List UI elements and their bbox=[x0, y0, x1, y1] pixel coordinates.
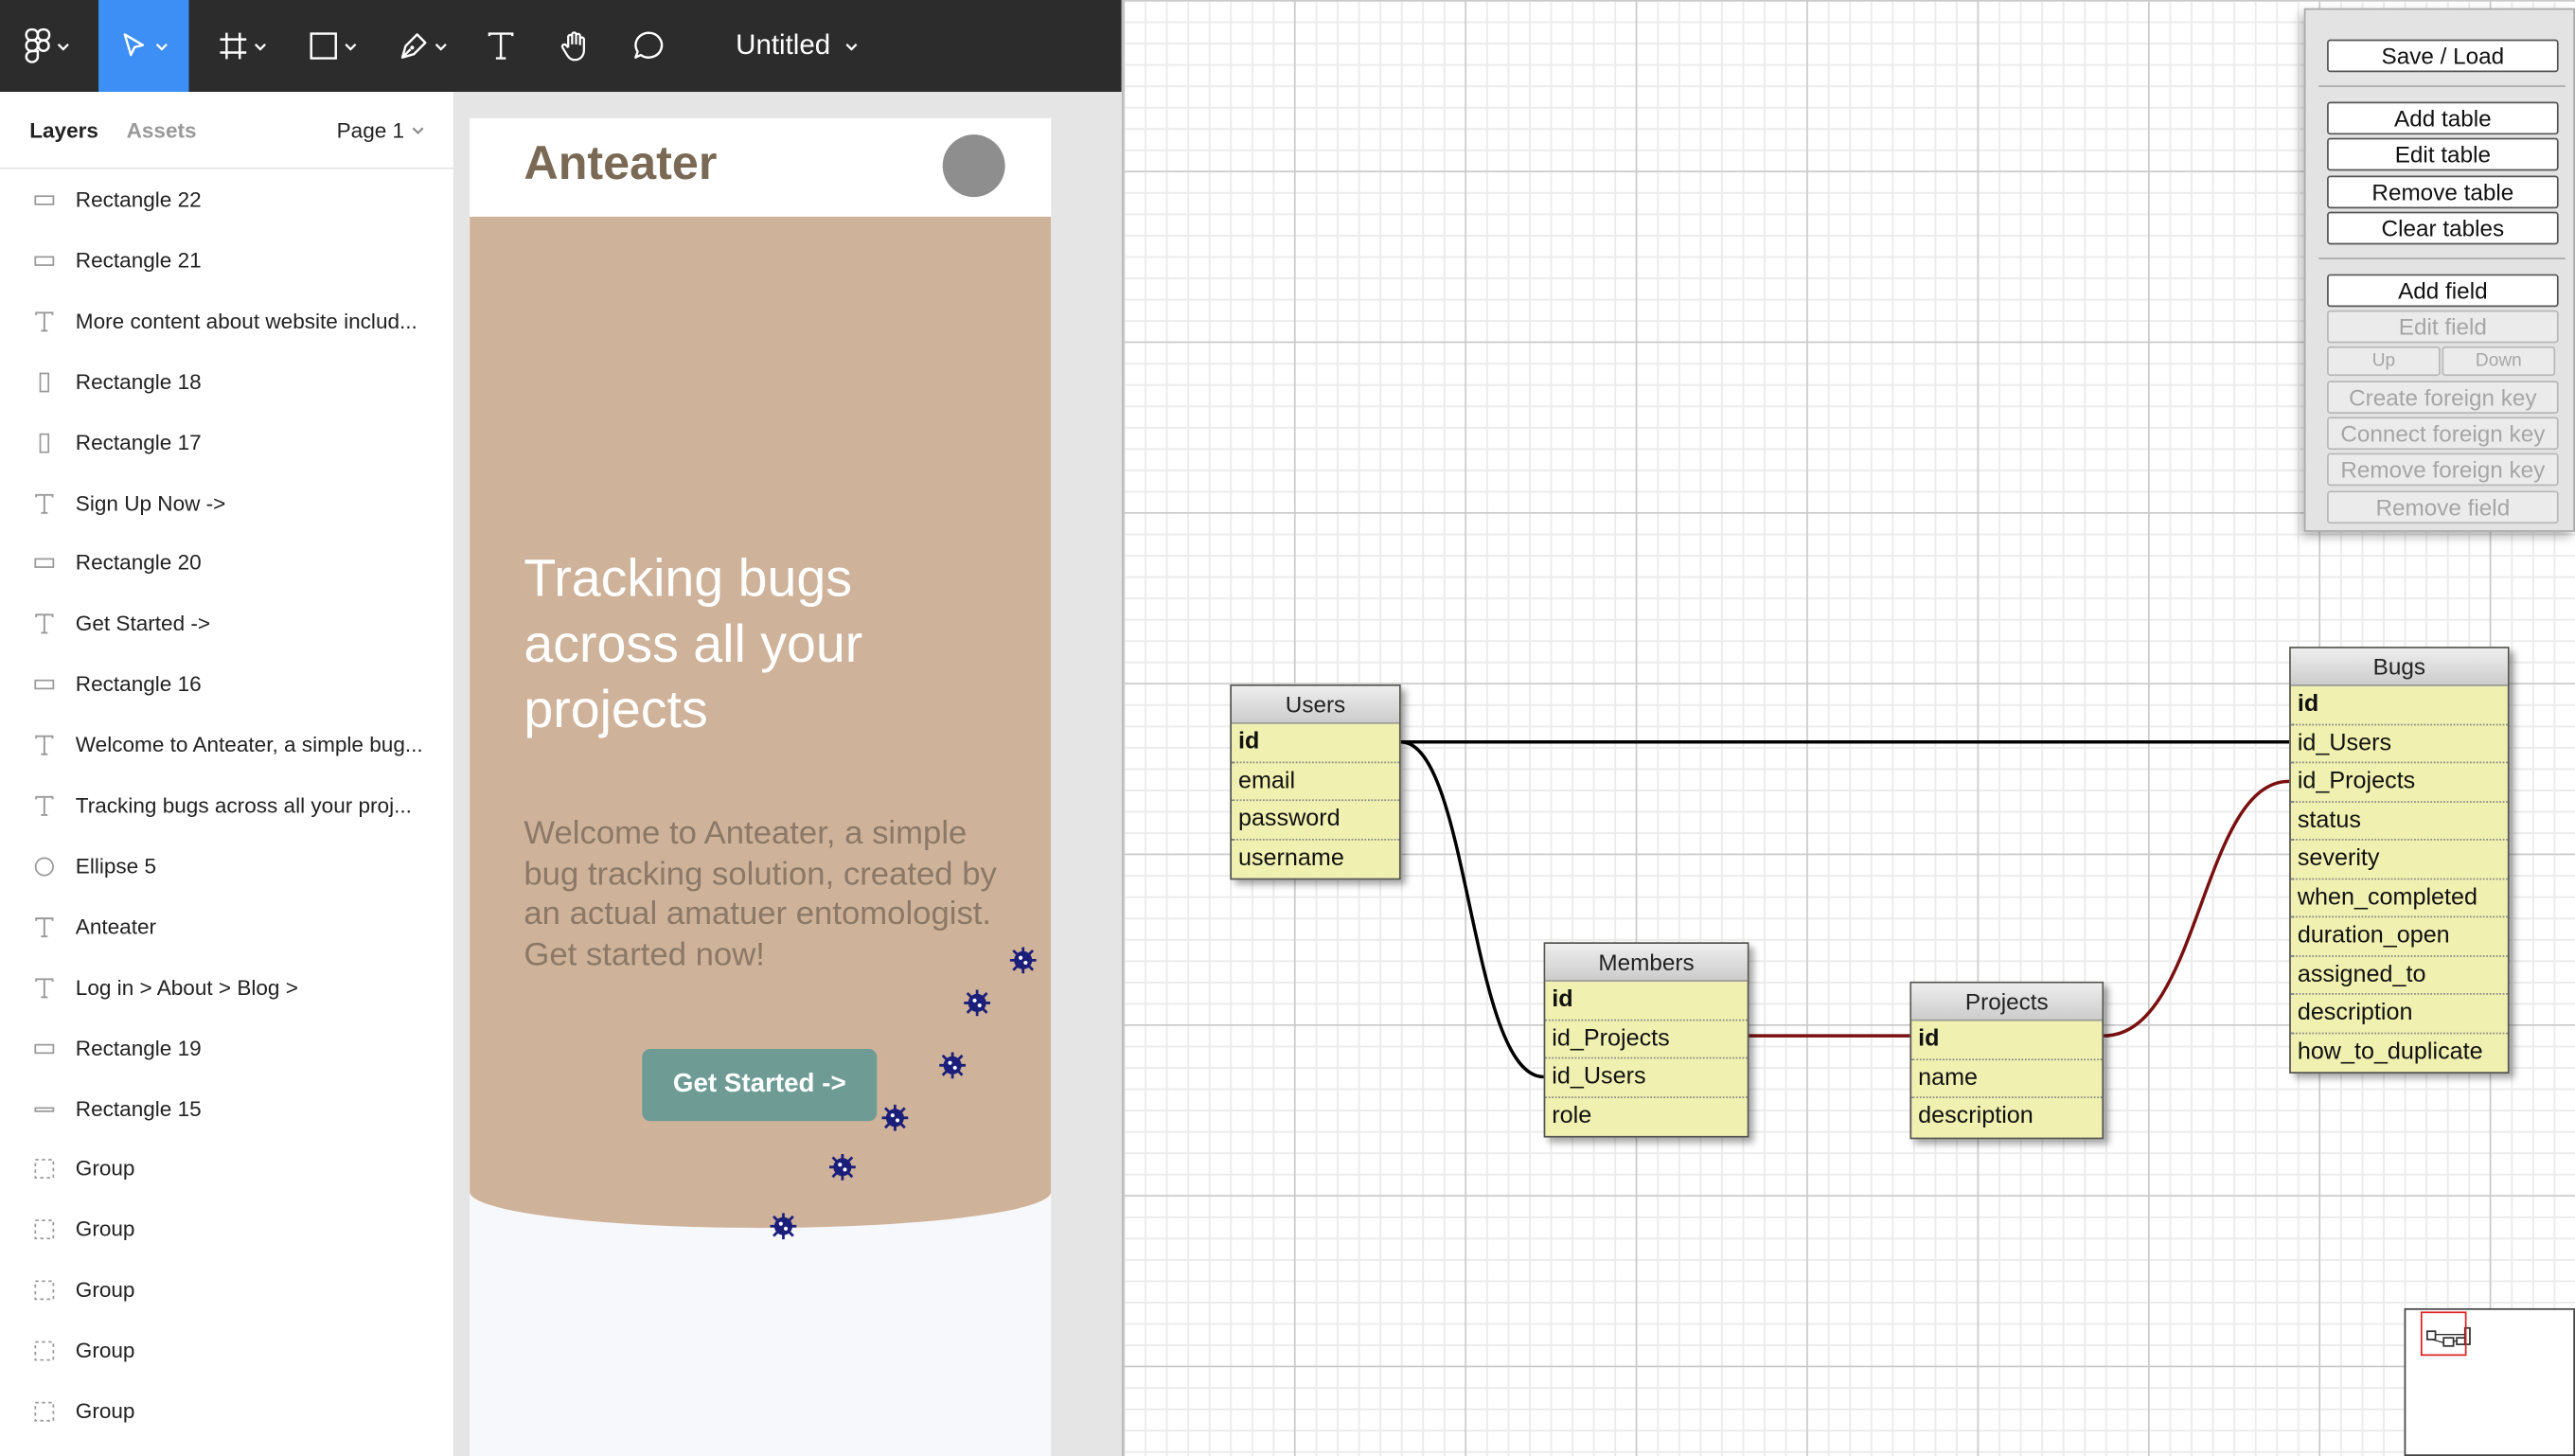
primary-key-field[interactable]: id bbox=[1232, 724, 1399, 763]
table-field[interactable]: username bbox=[1232, 840, 1399, 879]
table-field[interactable]: password bbox=[1232, 801, 1399, 840]
table-field[interactable]: duration_open bbox=[2290, 917, 2508, 957]
save-load-button[interactable]: Save / Load bbox=[2327, 39, 2559, 73]
table-field[interactable]: when_completed bbox=[2290, 879, 2508, 918]
table-field[interactable]: role bbox=[1545, 1097, 1747, 1136]
table-title: Members bbox=[1545, 944, 1748, 982]
table-field[interactable]: status bbox=[2290, 802, 2508, 841]
table-field[interactable]: assigned_to bbox=[2290, 956, 2508, 995]
remove-field-button[interactable]: Remove field bbox=[2327, 490, 2559, 524]
table-field[interactable]: id_Projects bbox=[2290, 763, 2508, 803]
table-title: Bugs bbox=[2290, 648, 2508, 686]
edit-table-button[interactable]: Edit table bbox=[2327, 137, 2559, 171]
remove-table-button[interactable]: Remove table bbox=[2327, 175, 2559, 209]
clear-tables-button[interactable]: Clear tables bbox=[2327, 211, 2559, 245]
table-members[interactable]: Members id id_Projects id_Users role bbox=[1543, 942, 1749, 1138]
table-projects[interactable]: Projects id name description bbox=[1909, 981, 2104, 1139]
table-fields: id id_Users id_Projects status severity when_… bbox=[2290, 686, 2508, 1073]
table-field[interactable]: description bbox=[2290, 995, 2508, 1034]
table-field[interactable]: name bbox=[1911, 1059, 2103, 1098]
primary-key-field[interactable]: id bbox=[1545, 982, 1748, 1021]
erd-control-panel: Save / Load Add table Edit table Remove … bbox=[2303, 8, 2575, 532]
link-users-members bbox=[1400, 740, 1544, 1079]
table-field[interactable]: description bbox=[1911, 1098, 2102, 1137]
divider bbox=[2318, 257, 2566, 259]
table-field[interactable]: how_to_duplicate bbox=[2291, 1034, 2508, 1073]
table-field[interactable]: id_Projects bbox=[1545, 1021, 1748, 1059]
erd-minimap[interactable] bbox=[2404, 1307, 2575, 1456]
table-field[interactable]: email bbox=[1232, 762, 1399, 802]
move-up-button[interactable]: Up bbox=[2327, 346, 2441, 377]
table-title: Projects bbox=[1911, 983, 2103, 1021]
divider bbox=[2318, 85, 2566, 87]
remove-foreign-key-button[interactable]: Remove foreign key bbox=[2327, 453, 2559, 487]
add-field-button[interactable]: Add field bbox=[2327, 274, 2559, 308]
minimap-viewport[interactable] bbox=[2420, 1311, 2467, 1357]
table-users[interactable]: Users id email password username bbox=[1230, 684, 1401, 880]
table-field[interactable]: severity bbox=[2290, 841, 2508, 879]
table-fields: id id_Projects id_Users role bbox=[1545, 982, 1748, 1136]
add-table-button[interactable]: Add table bbox=[2327, 101, 2559, 135]
table-field[interactable]: id_Users bbox=[2290, 725, 2508, 764]
link-projects-bugs bbox=[2104, 779, 2290, 1038]
table-fields: id email password username bbox=[1232, 724, 1399, 879]
table-fields: id name description bbox=[1911, 1021, 2103, 1137]
primary-key-field[interactable]: id bbox=[1911, 1021, 2103, 1060]
table-title: Users bbox=[1232, 685, 1399, 724]
connect-foreign-key-button[interactable]: Connect foreign key bbox=[2327, 417, 2559, 451]
primary-key-field[interactable]: id bbox=[2290, 686, 2508, 725]
table-bugs[interactable]: Bugs id id_Users id_Projects status severity… bbox=[2289, 647, 2510, 1074]
create-foreign-key-button[interactable]: Create foreign key bbox=[2327, 381, 2559, 414]
move-down-button[interactable]: Down bbox=[2442, 346, 2556, 377]
table-field[interactable]: id_Users bbox=[1545, 1058, 1748, 1098]
edit-field-button[interactable]: Edit field bbox=[2327, 310, 2559, 344]
